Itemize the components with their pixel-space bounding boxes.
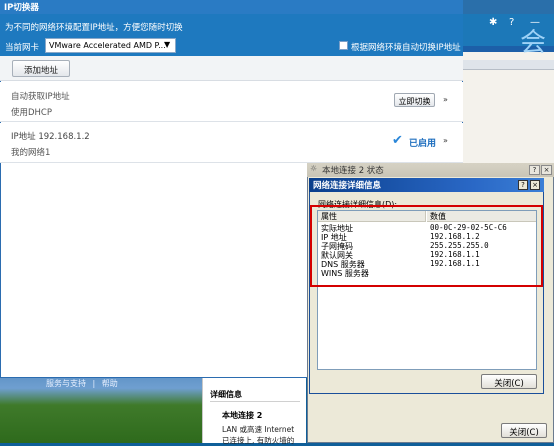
- auto-switch-label[interactable]: 根据网络环境自动切换IP地址: [351, 41, 461, 53]
- window-title: IP切换器: [4, 3, 39, 13]
- connection-name: 本地连接 2: [222, 411, 263, 420]
- help-button[interactable]: ?: [529, 165, 540, 175]
- ip-switcher-titlebar[interactable]: [0, 0, 463, 14]
- status-window-title: 本地连接 2 状态: [322, 166, 384, 176]
- profile-title: 自动获取IP地址: [11, 92, 70, 102]
- close-icon[interactable]: ×: [530, 180, 540, 190]
- gear-icon[interactable]: ✱: [489, 17, 497, 28]
- app-subtitle: 为不同的网络环境配置IP地址，方便您随时切换: [5, 23, 183, 33]
- expand-icon[interactable]: »: [443, 136, 448, 145]
- support-links: 服务与支持 | 帮助: [46, 378, 206, 394]
- expand-icon[interactable]: »: [443, 95, 448, 104]
- profile-title: IP地址 192.168.1.2: [11, 132, 90, 142]
- connection-state: 已连接上, 有防火墙的: [222, 436, 295, 445]
- background-title-strip: [463, 0, 554, 14]
- close-button[interactable]: 关闭(C): [501, 423, 547, 438]
- nic-label: 当前网卡: [5, 43, 40, 53]
- connection-type: LAN 或高速 Internet: [222, 425, 295, 434]
- status-badge: 已启用: [409, 139, 437, 149]
- profile-subtitle: 使用DHCP: [11, 108, 52, 118]
- chevron-down-icon[interactable]: ▼: [164, 40, 170, 49]
- network-icon: ☼: [310, 164, 318, 173]
- close-icon[interactable]: ×: [541, 165, 552, 175]
- link-separator: |: [92, 379, 96, 388]
- check-icon: ✔: [392, 133, 403, 148]
- minimize-icon[interactable]: —: [530, 17, 540, 28]
- nic-select[interactable]: VMware Accelerated AMD P...: [45, 38, 176, 53]
- help-link[interactable]: 帮助: [102, 379, 118, 388]
- support-link[interactable]: 服务与支持: [46, 379, 86, 388]
- profile-subtitle: 我的网络1: [11, 148, 51, 158]
- add-address-button[interactable]: 添加地址: [12, 60, 70, 77]
- help-icon[interactable]: ?: [509, 17, 514, 28]
- details-dialog-title: 网络连接详细信息: [313, 181, 382, 191]
- details-panel-header[interactable]: 详细信息: [210, 386, 300, 402]
- background-toolbar: [463, 60, 554, 70]
- switch-now-button[interactable]: 立即切换: [394, 93, 435, 107]
- highlight-annotation: [310, 205, 543, 287]
- auto-switch-checkbox[interactable]: [339, 41, 348, 50]
- help-button[interactable]: ?: [518, 180, 528, 190]
- close-button[interactable]: 关闭(C): [481, 374, 537, 389]
